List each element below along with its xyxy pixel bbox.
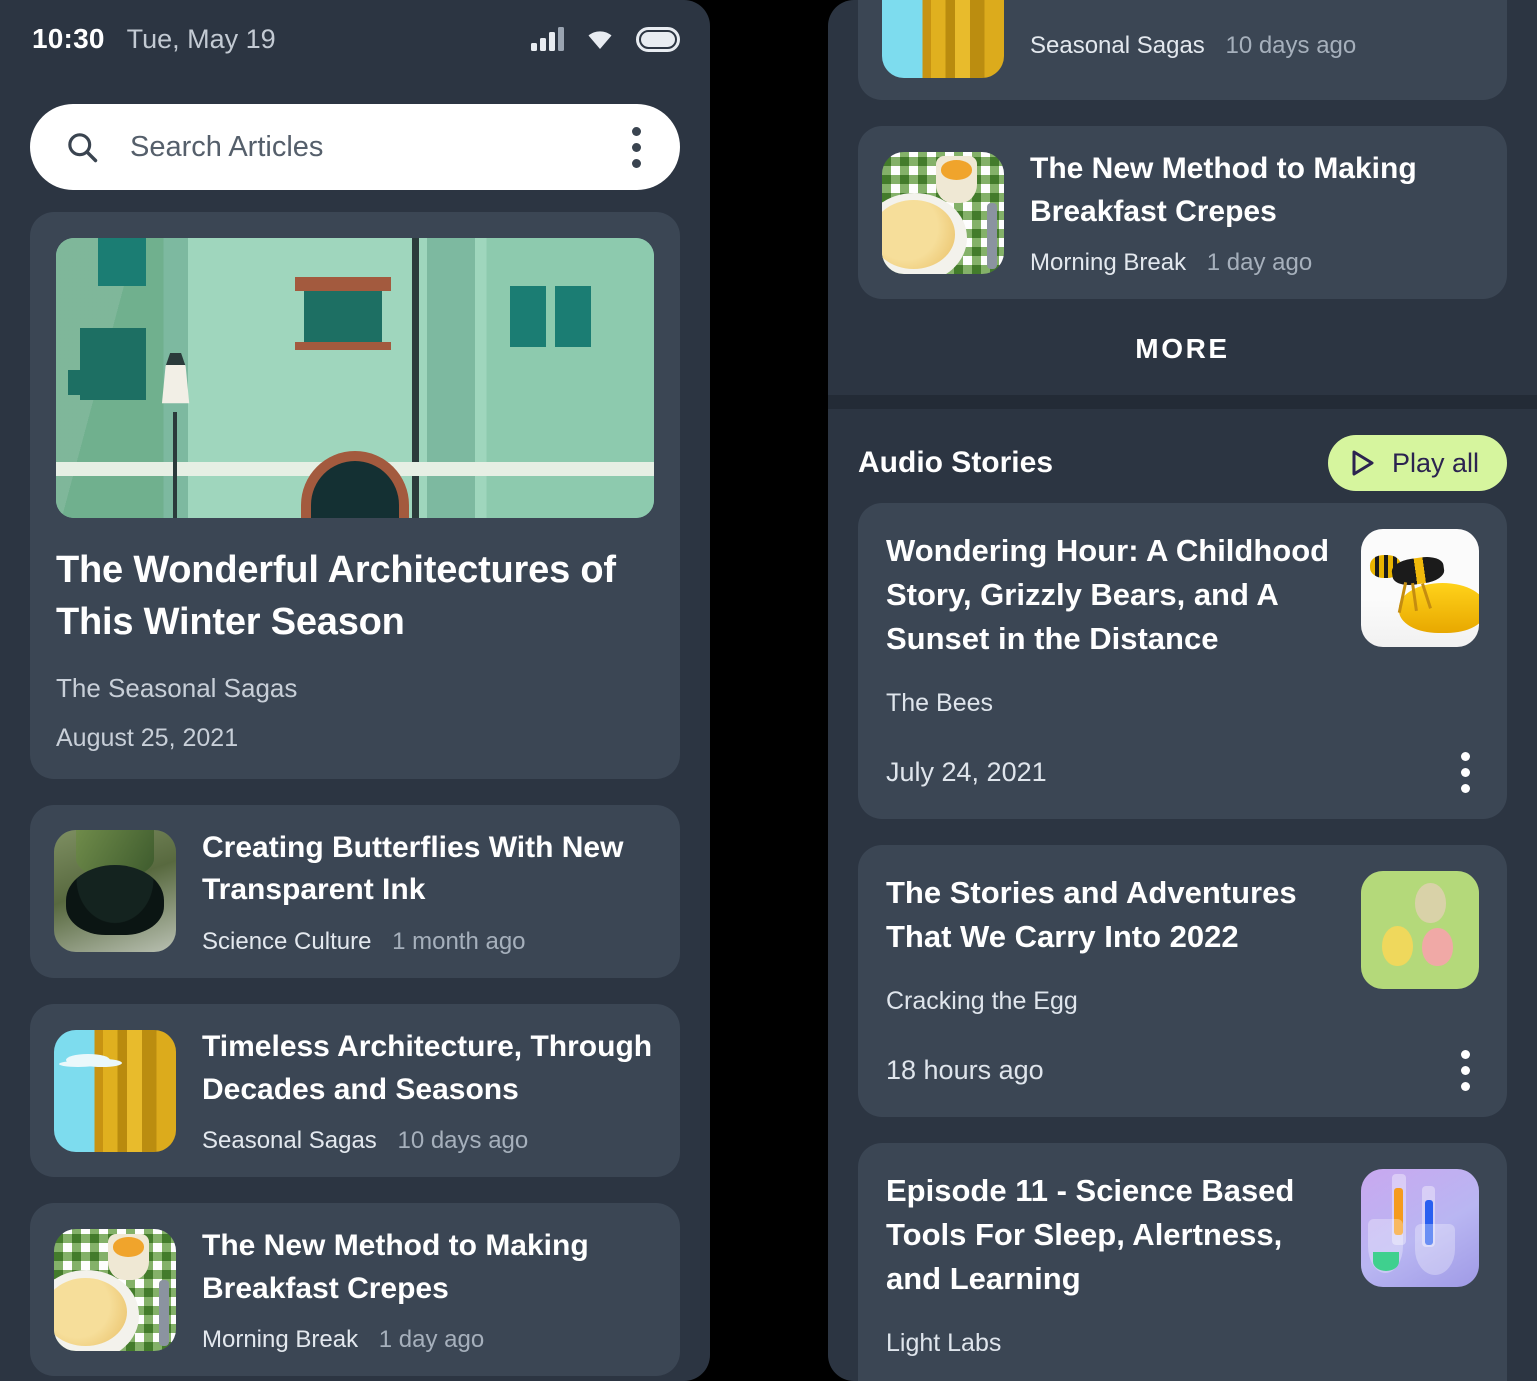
featured-article-card[interactable]: The Wonderful Architectures of This Wint… [30, 212, 680, 779]
featured-article-title: The Wonderful Architectures of This Wint… [56, 549, 616, 644]
audio-episode-date: 18 hours ago [886, 1055, 1044, 1086]
status-time: 10:30 [32, 23, 105, 54]
article-title: Creating Butterflies With New Transparen… [202, 830, 624, 907]
article-source: Seasonal Sagas [1030, 32, 1205, 60]
article-thumbnail [54, 1029, 176, 1152]
play-all-label: Play all [1391, 447, 1479, 478]
article-title: Timeless Architecture, Through Decades a… [202, 1030, 653, 1106]
featured-article-image [56, 238, 654, 518]
audio-episode-card[interactable]: Wondering Hour: A Childhood Story, Grizz… [858, 503, 1507, 820]
audio-episode-date: July 24, 2021 [886, 757, 1047, 788]
article-age: 1 day ago [1206, 249, 1313, 277]
featured-article-source: The Seasonal Sagas [56, 672, 298, 703]
article-age: 1 day ago [378, 1326, 485, 1354]
article-feed: The Wonderful Architectures of This Wint… [0, 190, 710, 1377]
wifi-icon [588, 31, 612, 49]
audio-episode-show: The Bees [886, 689, 994, 718]
status-date: Tue, May 19 [126, 23, 276, 54]
article-source: Morning Break [202, 1326, 359, 1354]
play-all-button[interactable]: Play all [1327, 435, 1507, 492]
audio-episode-card[interactable]: The Stories and Adventures That We Carry… [858, 845, 1507, 1118]
article-list-item[interactable]: The New Method to Making Breakfast Crepe… [30, 1203, 680, 1377]
article-title: The New Method to Making Breakfast Crepe… [202, 1229, 589, 1305]
article-age: 1 month ago [392, 928, 526, 956]
article-list-item[interactable]: The New Method to Making Breakfast Crepe… [858, 126, 1507, 300]
more-button-label: MORE [1135, 333, 1230, 365]
search-bar[interactable] [30, 104, 680, 190]
search-input[interactable] [130, 130, 623, 164]
audio-episode-show: Cracking the Egg [886, 987, 1078, 1016]
article-thumbnail [54, 1228, 176, 1351]
left-phone-panel: 10:30 Tue, May 19 Search Articles The Wo… [0, 0, 710, 1381]
cellular-signal-icon [531, 27, 564, 51]
audio-episode-thumbnail [1361, 529, 1479, 648]
search-icon [68, 133, 98, 163]
battery-icon [636, 26, 680, 52]
audio-stories-title: Audio Stories [858, 446, 1054, 480]
article-source: Science Culture [202, 928, 372, 956]
audio-episode-title: Wondering Hour: A Childhood Story, Grizz… [886, 533, 1330, 657]
audio-episode-show: Light Labs [886, 1329, 1002, 1358]
audio-episode-thumbnail [1361, 1169, 1479, 1288]
audio-episode-thumbnail [1361, 871, 1479, 990]
play-triangle-icon [1352, 450, 1374, 476]
status-icons [531, 26, 680, 52]
search-overflow-icon[interactable] [623, 119, 650, 176]
right-phone-panel: Seasonal Sagas 10 days ago The New Metho… [828, 0, 1537, 1381]
article-list-item-partial[interactable]: Seasonal Sagas 10 days ago [858, 0, 1507, 100]
article-thumbnail [882, 0, 1004, 78]
article-age: 10 days ago [397, 1127, 529, 1155]
article-age: 10 days ago [1225, 32, 1357, 60]
audio-episode-overflow-icon[interactable] [1452, 744, 1479, 801]
article-source: Morning Break [1030, 249, 1187, 277]
audio-episode-title: The Stories and Adventures That We Carry… [886, 875, 1297, 955]
audio-episode-card[interactable]: Episode 11 - Science Based Tools For Sle… [858, 1143, 1507, 1381]
featured-article-date: August 25, 2021 [56, 723, 239, 752]
audio-stories-header: Audio Stories Play all [828, 409, 1537, 503]
article-list-item[interactable]: Creating Butterflies With New Transparen… [30, 804, 680, 979]
section-divider [828, 395, 1537, 410]
article-thumbnail [54, 830, 176, 953]
article-source: Seasonal Sagas [202, 1127, 377, 1155]
more-button[interactable]: MORE [828, 303, 1537, 395]
audio-episode-title: Episode 11 - Science Based Tools For Sle… [886, 1173, 1295, 1297]
audio-episode-overflow-icon[interactable] [1452, 1042, 1479, 1099]
article-list-item[interactable]: Timeless Architecture, Through Decades a… [30, 1004, 680, 1178]
article-title: The New Method to Making Breakfast Crepe… [1030, 152, 1417, 228]
status-bar: 10:30 Tue, May 19 [0, 0, 710, 78]
article-thumbnail [882, 151, 1004, 274]
